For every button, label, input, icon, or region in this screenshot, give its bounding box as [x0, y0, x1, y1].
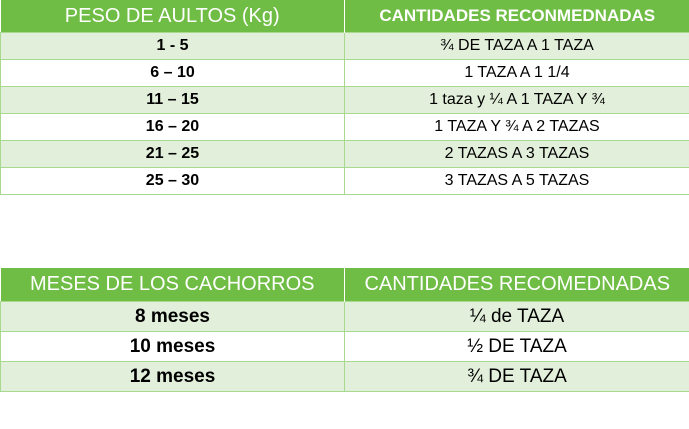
puppy-portion-table: MESES DE LOS CACHORROS CANTIDADES RECOME… [0, 268, 689, 392]
weight-range-cell: 11 – 15 [0, 86, 345, 114]
adult-amount-header: CANTIDADES RECONMEDNADAS [344, 0, 689, 33]
puppy-age-cell: 12 meses [0, 361, 345, 392]
puppy-age-header: MESES DE LOS CACHORROS [0, 268, 345, 302]
amount-cell: ¾ DE TAZA A 1 TAZA [344, 32, 689, 60]
weight-range-cell: 25 – 30 [0, 167, 345, 195]
table-row: 12 meses ¾ DE TAZA [0, 361, 689, 392]
puppy-table-header-row: MESES DE LOS CACHORROS CANTIDADES RECOME… [0, 268, 689, 302]
puppy-age-cell: 8 meses [0, 301, 345, 332]
weight-range-cell: 21 – 25 [0, 140, 345, 168]
table-row: 6 – 10 1 TAZA A 1 1/4 [0, 59, 689, 87]
adult-weight-header: PESO DE AULTOS (Kg) [0, 0, 345, 33]
table-row: 1 - 5 ¾ DE TAZA A 1 TAZA [0, 32, 689, 60]
weight-range-cell: 16 – 20 [0, 113, 345, 141]
amount-cell: 1 TAZA A 1 1/4 [344, 59, 689, 87]
table-row: 8 meses ¼ de TAZA [0, 301, 689, 332]
adult-table-header-row: PESO DE AULTOS (Kg) CANTIDADES RECONMEDN… [0, 0, 689, 33]
amount-cell: ¾ DE TAZA [344, 361, 689, 392]
adult-portion-table: PESO DE AULTOS (Kg) CANTIDADES RECONMEDN… [0, 0, 689, 195]
amount-cell: ¼ de TAZA [344, 301, 689, 332]
amount-cell: 2 TAZAS A 3 TAZAS [344, 140, 689, 168]
table-row: 16 – 20 1 TAZA Y ¾ A 2 TAZAS [0, 113, 689, 141]
weight-range-cell: 1 - 5 [0, 32, 345, 60]
weight-range-cell: 6 – 10 [0, 59, 345, 87]
amount-cell: 1 TAZA Y ¾ A 2 TAZAS [344, 113, 689, 141]
puppy-age-cell: 10 meses [0, 331, 345, 362]
amount-cell: 3 TAZAS A 5 TAZAS [344, 167, 689, 195]
table-row: 11 – 15 1 taza y ¼ A 1 TAZA Y ¾ [0, 86, 689, 114]
amount-cell: ½ DE TAZA [344, 331, 689, 362]
table-row: 10 meses ½ DE TAZA [0, 331, 689, 362]
puppy-amount-header: CANTIDADES RECOMEDNADAS [344, 268, 689, 302]
table-row: 25 – 30 3 TAZAS A 5 TAZAS [0, 167, 689, 195]
amount-cell: 1 taza y ¼ A 1 TAZA Y ¾ [344, 86, 689, 114]
table-row: 21 – 25 2 TAZAS A 3 TAZAS [0, 140, 689, 168]
